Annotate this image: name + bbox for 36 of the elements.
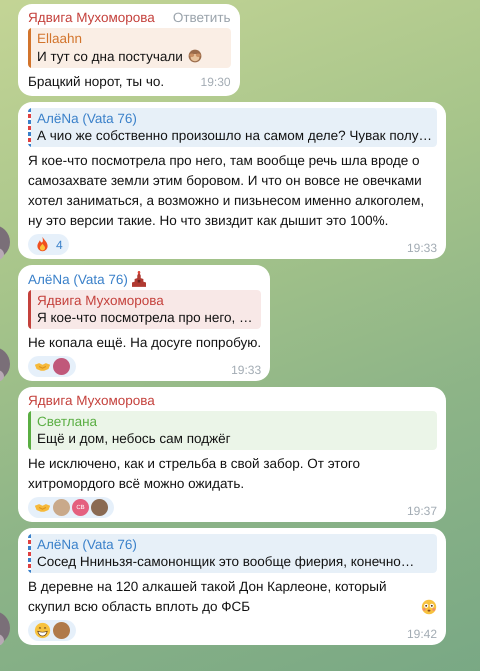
reply-quote[interactable]: АлёNa (Vata 76) А чио же собственно произошло на самом деле? Чувак полу… xyxy=(28,108,437,147)
quoted-text: Ещё и дом, небось сам поджёг xyxy=(37,431,231,446)
quoted-text: Сосед Нниньзя-самононщик это вообще фиерия, конечно… xyxy=(37,554,414,569)
flushed-face-icon xyxy=(421,599,437,615)
message-text: Не копала ещё. На досуге попробую. xyxy=(28,335,262,350)
message-time: 19:37 xyxy=(406,504,437,518)
quoted-text: И тут со дна постучали xyxy=(37,48,183,64)
reply-quote[interactable]: Светлана Ещё и дом, небось сам поджёг xyxy=(28,411,437,450)
quoted-text: А чио же собственно произошло на самом деле? Чувак полу… xyxy=(37,128,432,143)
reply-quote[interactable]: АлёNa (Vata 76) Сосед Нниньзя-самононщик это вообще фиерия, конечно… xyxy=(28,534,437,573)
message-text: Я кое-что посмотрела про него, там вообще речь шла вроде о самозахвате земли этим боровом. И что он вовсе не овечками хотел заниматься, а возможно и пизьнесом именно алкоголем, ну это версии такие. Но что звиздит как дышит это 100%. xyxy=(28,153,424,228)
quoted-text: Я кое-что посмотрела про него, … xyxy=(37,310,253,325)
reply-quote[interactable]: Ellaahn И тут со дна постучали xyxy=(28,28,231,68)
message-text: Брацкий норот, ты чо. xyxy=(28,73,164,91)
message-time: 19:33 xyxy=(406,241,437,255)
quoted-author: Ellaahn xyxy=(37,31,84,46)
sender-name[interactable]: АлёNa (Vata 76) xyxy=(28,272,128,286)
monkey-emoji-icon xyxy=(186,48,203,64)
reply-link[interactable]: Ответить xyxy=(158,10,231,25)
reaction-chip[interactable] xyxy=(28,356,76,377)
message-time: 19:33 xyxy=(231,363,262,377)
message-time: 19:42 xyxy=(406,627,437,641)
reaction-count: 4 xyxy=(56,238,63,252)
quoted-author: Ядвига Мухоморова xyxy=(37,293,165,308)
reaction-chip[interactable]: 4 xyxy=(28,234,69,255)
quoted-author: АлёNa (Vata 76) xyxy=(37,537,138,552)
message-text: В деревне на 120 алкашей такой Дон Карлеоне, который скупил всю область вплоть до ФСБ xyxy=(28,578,388,616)
reaction-chip[interactable] xyxy=(28,620,76,641)
message-text: Не исключено, как и стрельба в свой забор. От этого хитромордого всё можно ожидать. xyxy=(28,456,360,491)
grinning-face-icon xyxy=(34,622,51,639)
message-time: 19:30 xyxy=(200,74,231,91)
quoted-author: Светлана xyxy=(37,414,98,429)
sender-name[interactable]: Ядвига Мухоморова xyxy=(28,393,155,408)
reply-quote[interactable]: Ядвига Мухоморова Я кое-что посмотрела про него, … xyxy=(28,290,262,329)
quoted-author: АлёNa (Vata 76) xyxy=(37,111,138,126)
sender-name[interactable]: Ядвига Мухоморова xyxy=(28,10,155,25)
